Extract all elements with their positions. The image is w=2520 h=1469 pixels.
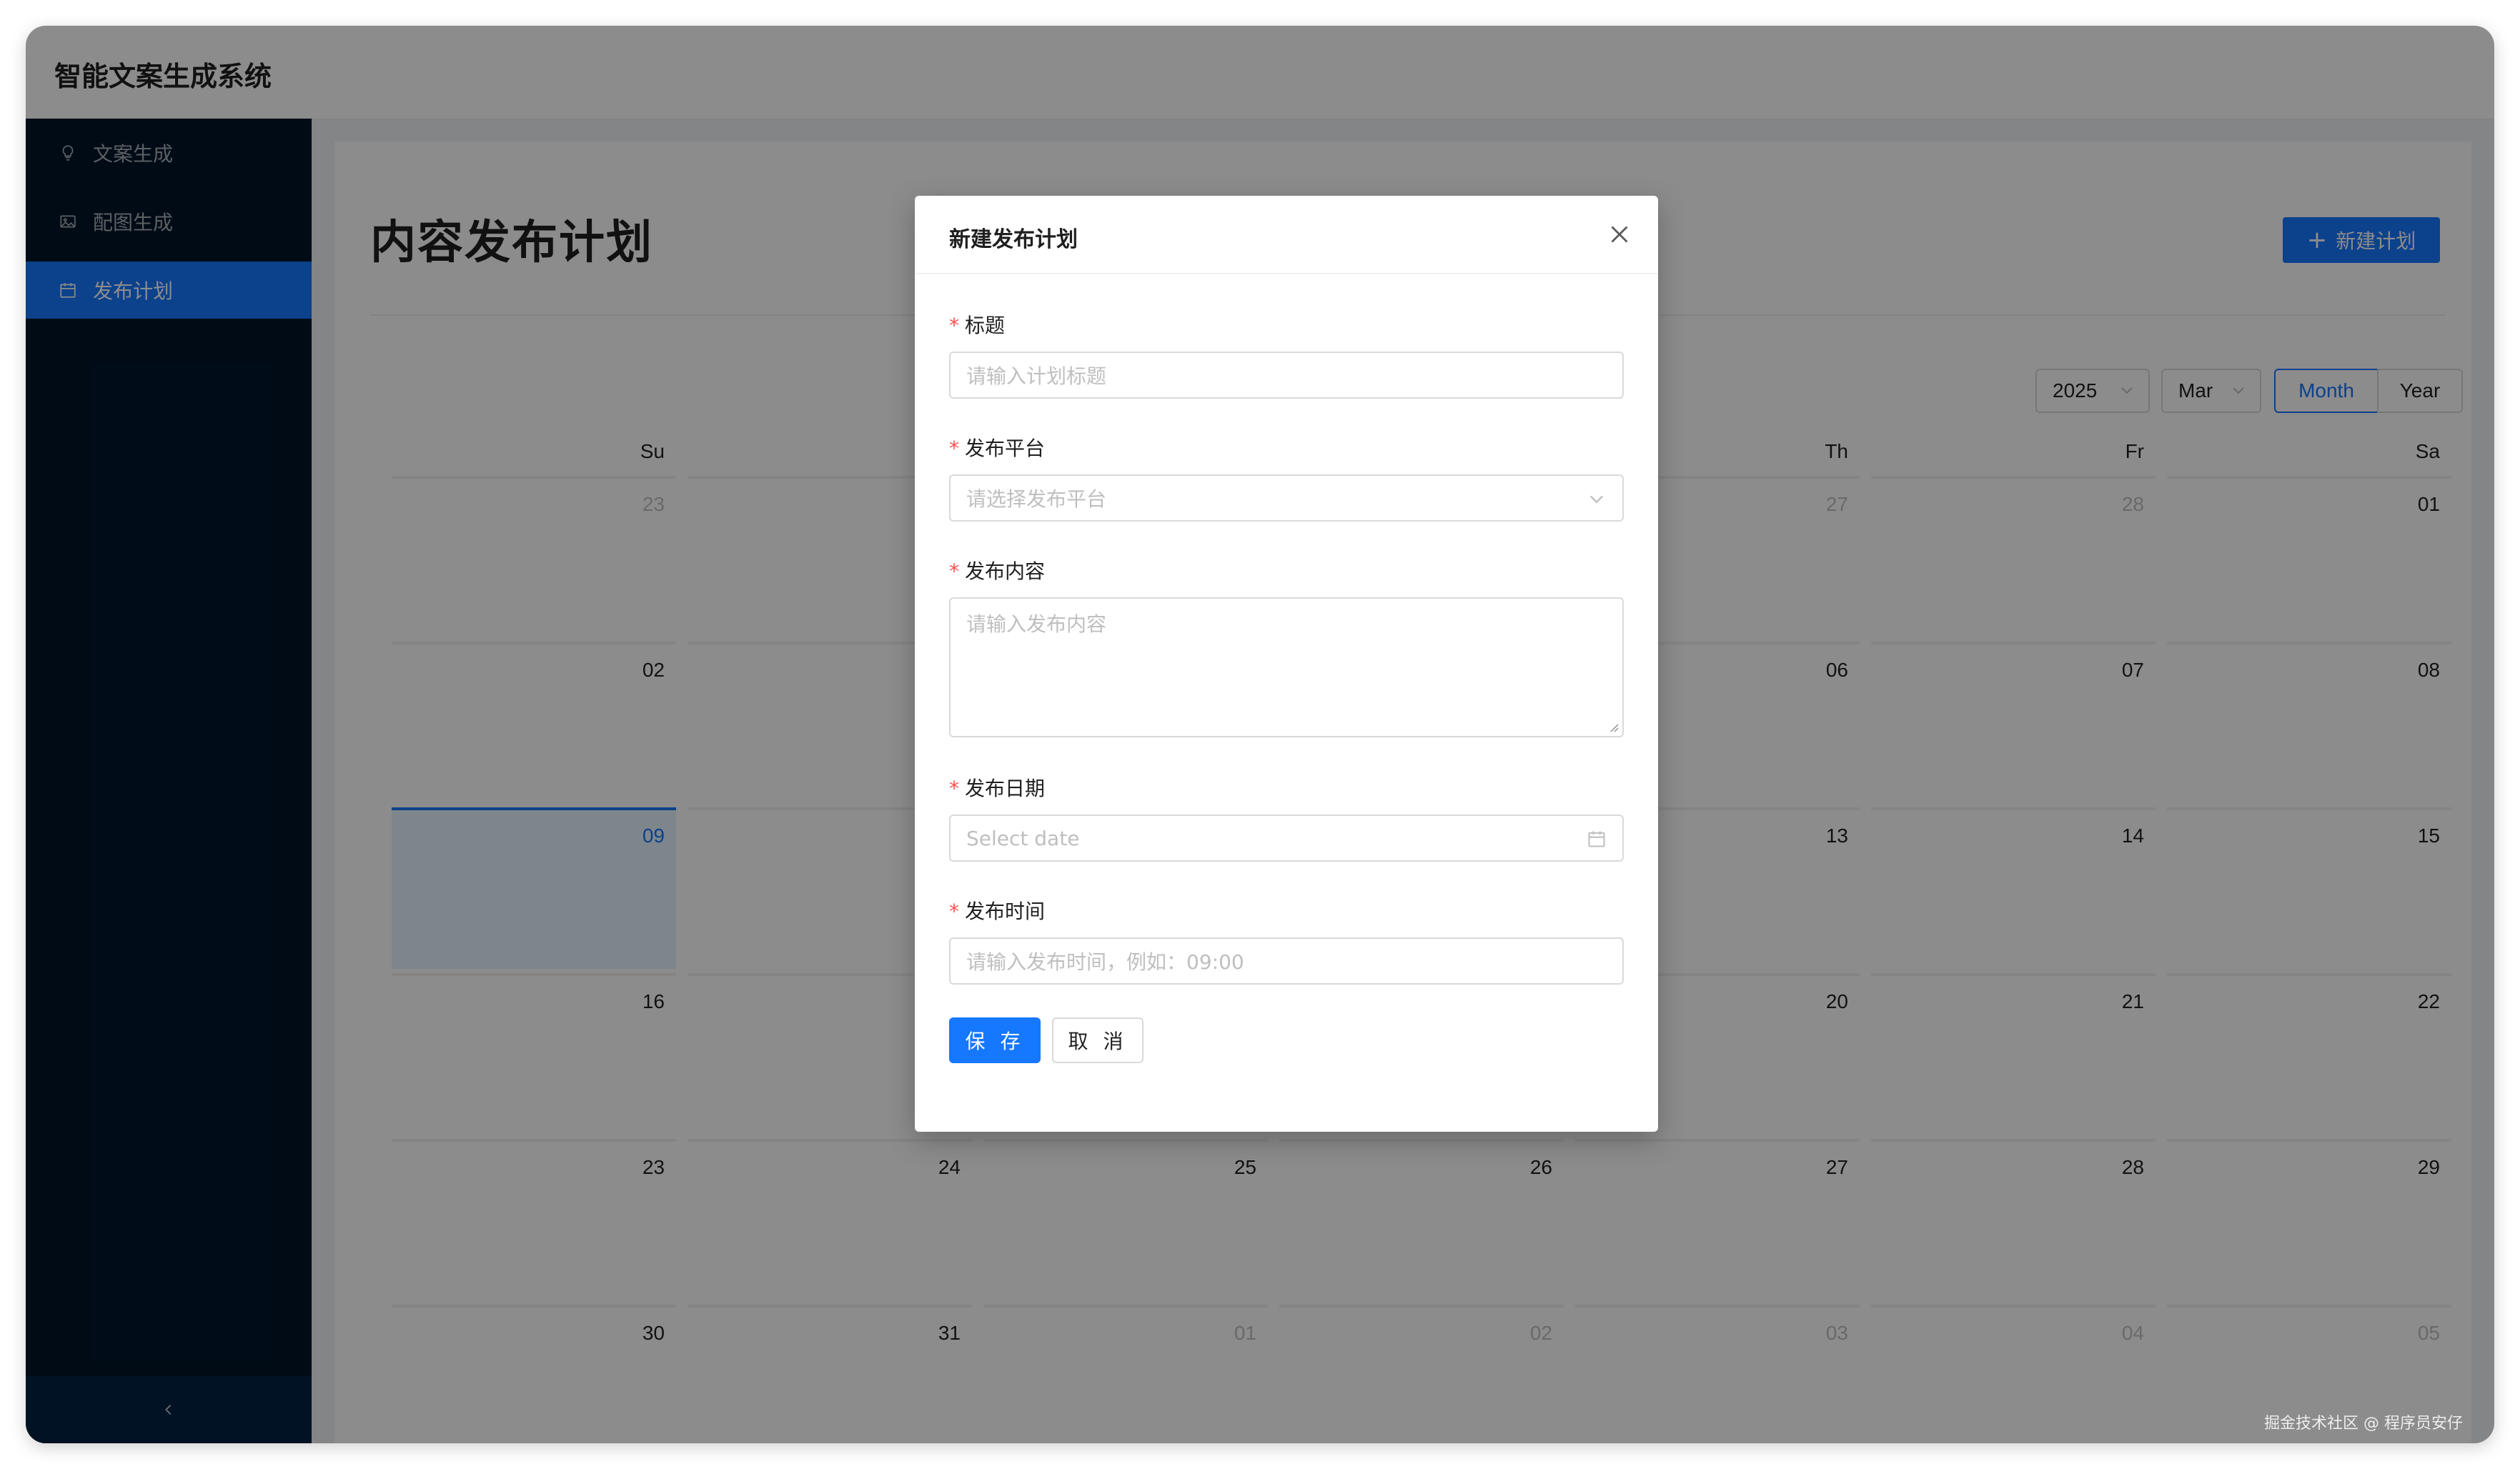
required-mark: * [949, 437, 959, 460]
platform-select[interactable]: 请选择发布平台 [949, 474, 1624, 522]
calendar-icon [1588, 831, 1605, 847]
time-label: * 发布时间 [949, 896, 1045, 925]
save-button[interactable]: 保 存 [949, 1017, 1041, 1063]
dialog-header: 新建发布计划 [915, 196, 1658, 274]
time-placeholder: 请输入发布时间，例如：09:00 [966, 950, 1244, 974]
required-mark: * [949, 314, 959, 337]
watermark: 掘金技术社区 @ 程序员安仔 [2264, 1415, 2463, 1433]
required-mark: * [949, 777, 959, 800]
platform-label: * 发布平台 [949, 433, 1045, 462]
title-label-text: 标题 [965, 314, 1006, 337]
time-label-text: 发布时间 [965, 900, 1046, 923]
required-mark: * [949, 559, 959, 583]
platform-label-text: 发布平台 [965, 437, 1046, 460]
close-icon[interactable] [1607, 221, 1632, 247]
content-textarea[interactable]: 请输入发布内容 [949, 597, 1624, 737]
content-label-text: 发布内容 [965, 559, 1046, 583]
chevron-down-icon [1590, 495, 1603, 504]
time-input[interactable]: 请输入发布时间，例如：09:00 [949, 937, 1624, 985]
new-plan-dialog: 新建发布计划 * 标题 请输入计划标题 * 发布平台 请选择发布平台 * 发布内容 请… [915, 196, 1658, 1132]
cancel-button[interactable]: 取 消 [1052, 1017, 1144, 1063]
content-label: * 发布内容 [949, 556, 1045, 584]
dialog-title: 新建发布计划 [949, 227, 1078, 252]
required-mark: * [949, 900, 959, 923]
date-picker[interactable]: Select date [949, 815, 1624, 862]
date-label-text: 发布日期 [965, 777, 1046, 800]
resize-grip-icon[interactable] [1608, 722, 1619, 733]
platform-placeholder: 请选择发布平台 [966, 487, 1107, 511]
app-window: 智能文案生成系统 文案生成 配图生成 发布计划 内容发布计划 + 新建计划 20… [26, 26, 2494, 1443]
date-label: * 发布日期 [949, 773, 1045, 802]
title-label: * 标题 [949, 310, 1005, 339]
content-placeholder: 请输入发布内容 [966, 612, 1107, 636]
date-placeholder: Select date [966, 826, 1080, 850]
title-input[interactable]: 请输入计划标题 [949, 352, 1624, 399]
title-placeholder: 请输入计划标题 [966, 364, 1107, 388]
